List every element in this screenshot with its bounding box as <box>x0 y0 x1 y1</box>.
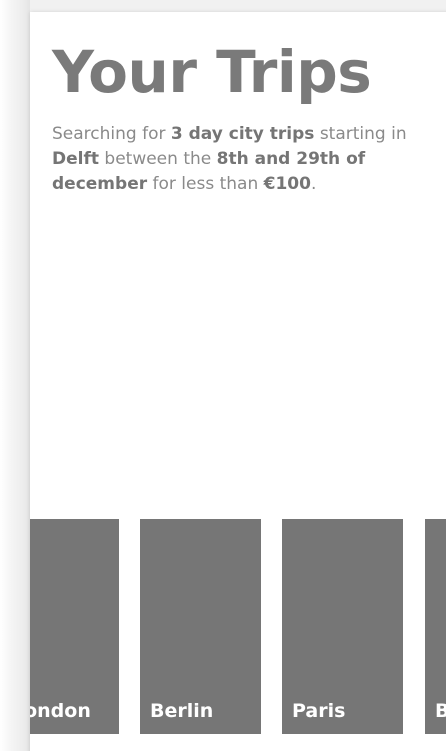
trips-panel: Your Trips Searching for 3 day city trip… <box>30 12 446 751</box>
trip-cards-carousel[interactable]: London Berlin Paris B <box>30 519 446 739</box>
trip-card-paris[interactable]: Paris <box>282 519 403 734</box>
trip-card-partial[interactable]: B <box>425 519 446 734</box>
trip-card-london[interactable]: London <box>30 519 119 734</box>
summary-text: starting in <box>314 124 407 144</box>
trip-card-city: Paris <box>292 700 346 722</box>
summary-text: . <box>310 174 317 194</box>
app-viewport: Your Trips Searching for 3 day city trip… <box>0 0 446 751</box>
page-title: Your Trips <box>52 38 372 106</box>
search-summary: Searching for 3 day city trips starting … <box>52 122 446 197</box>
trip-type: 3 day city trips <box>170 124 315 144</box>
summary-text: Searching for <box>52 124 171 144</box>
budget: €100 <box>263 174 311 194</box>
origin-city: Delft <box>52 149 99 169</box>
summary-text: between the <box>99 149 217 169</box>
trip-card-city: B <box>435 700 446 722</box>
trip-card-city: London <box>30 700 91 722</box>
side-shadow <box>0 0 30 751</box>
trip-card-berlin[interactable]: Berlin <box>140 519 261 734</box>
summary-text: for less than <box>147 174 264 194</box>
trip-card-city: Berlin <box>150 700 214 722</box>
